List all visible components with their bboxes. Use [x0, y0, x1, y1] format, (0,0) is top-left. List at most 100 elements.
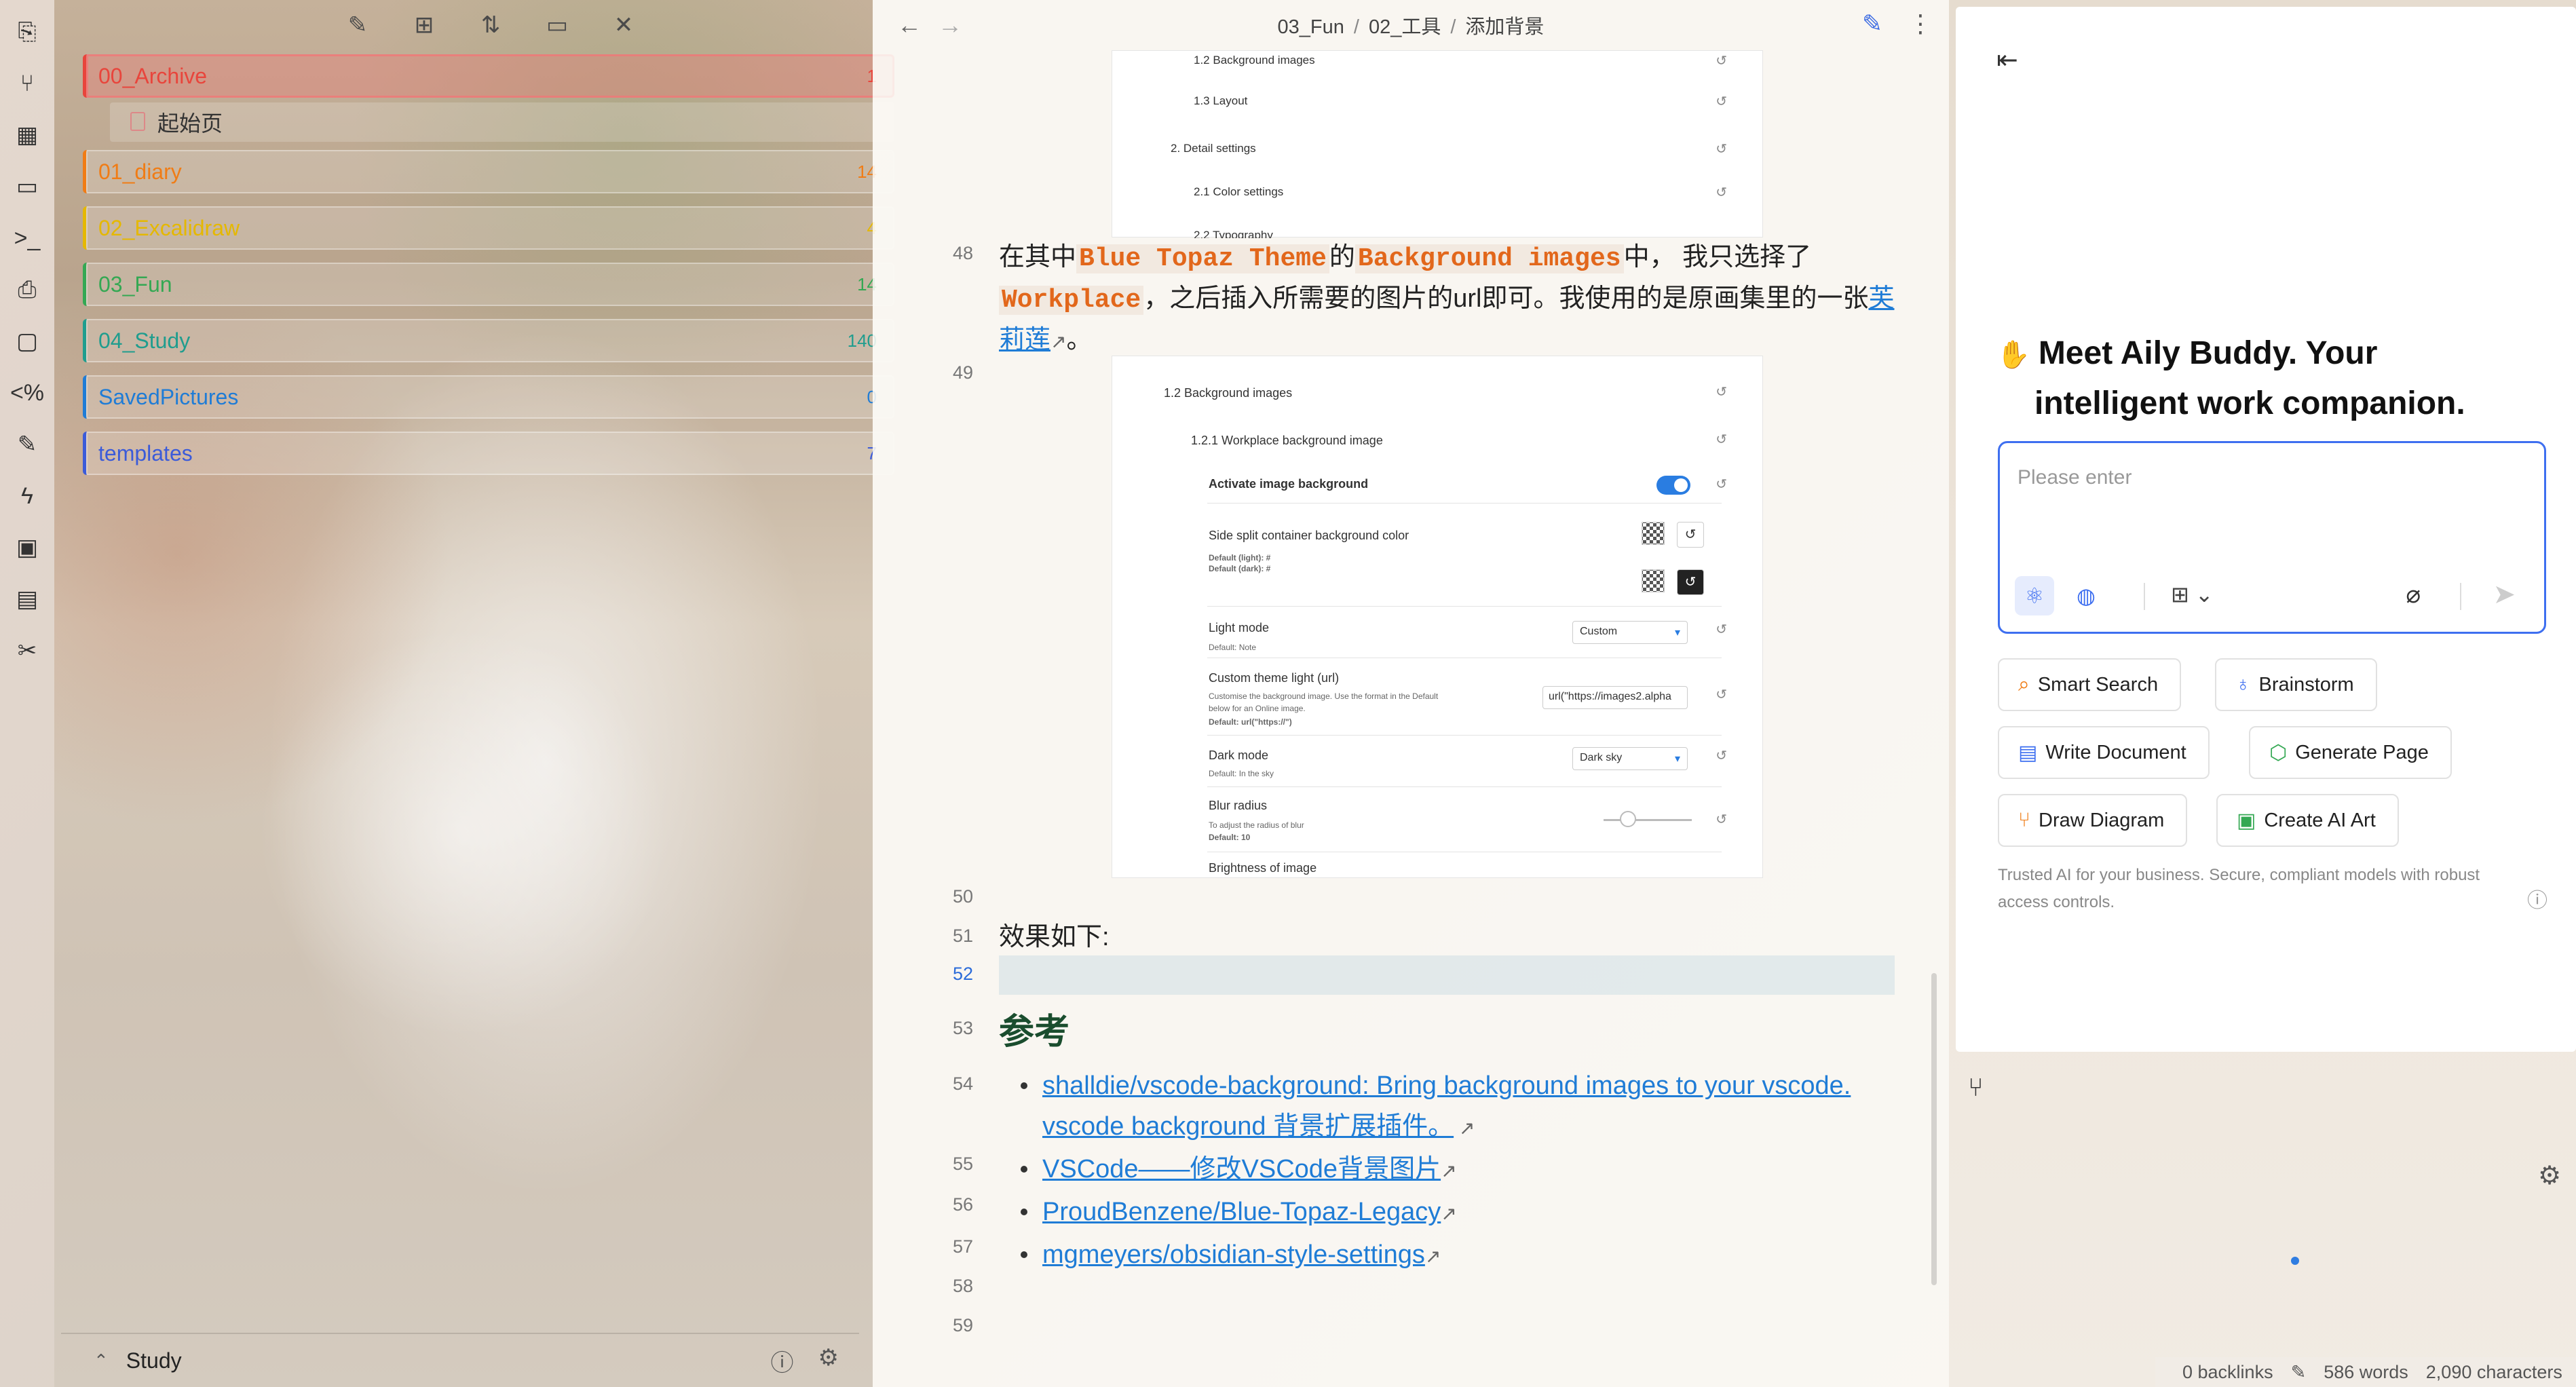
apps-dropdown-icon[interactable]: ⊞ ⌄ [2171, 582, 2214, 607]
code-icon[interactable]: <% [10, 376, 44, 410]
collapse-panel-icon[interactable]: ⇤ [1996, 45, 2018, 75]
template-icon[interactable]: ⎙ [12, 273, 43, 307]
embedded-image-settings-toc: 1.2 Background images 1.3 Layout 2. Deta… [1112, 50, 1763, 238]
folder-label: SavedPictures [98, 384, 239, 409]
editor-content: 1.2 Background images 1.3 Layout 2. Deta… [873, 50, 1949, 1387]
reference-link[interactable]: mgmeyers/obsidian-style-settings [1042, 1240, 1425, 1269]
paragraph-51: 效果如下: [999, 923, 1110, 951]
lightning-icon[interactable]: ϟ [12, 479, 43, 513]
calendar-icon[interactable]: ▭ [12, 170, 43, 204]
settings-gear-icon[interactable]: ⚙ [818, 1344, 839, 1378]
folder-label: 00_Archive [98, 63, 208, 88]
inline-code: Blue Topaz Theme [1076, 244, 1329, 273]
graph-icon[interactable]: ⑂ [1968, 1074, 1984, 1103]
tools-icon[interactable]: ✂ [12, 634, 43, 668]
reference-link[interactable]: shalldie/vscode-background: Bring backgr… [1042, 1071, 1851, 1141]
breadcrumb-item[interactable]: 添加背景 [1465, 16, 1544, 38]
clipboard-icon[interactable]: ▣ [12, 531, 43, 565]
custom-url-input[interactable]: url("https://images2.alpha [1542, 686, 1688, 709]
inline-code: Background images [1355, 244, 1624, 273]
folder-label: 02_Excalidraw [98, 215, 240, 240]
folder-04-study[interactable]: 04_Study 140 [83, 319, 894, 362]
sort-icon[interactable]: ⇅ [472, 8, 509, 42]
breadcrumb-item[interactable]: 02_工具 [1369, 16, 1441, 38]
reference-link[interactable]: VSCode——修改VSCode背景图片 [1042, 1155, 1441, 1183]
collapse-icon[interactable]: ▭ [539, 8, 575, 42]
edit-mode-icon[interactable]: ✎ [1862, 10, 1882, 38]
close-icon[interactable]: ✕ [605, 8, 642, 42]
line-number: 53 [952, 1018, 973, 1038]
help-icon[interactable]: ⓘ [2527, 884, 2547, 913]
folder-plus-icon[interactable]: ⊞ [406, 8, 442, 42]
reference-link[interactable]: ProudBenzene/Blue-Topaz-Legacy [1042, 1198, 1441, 1226]
graph-icon[interactable]: ⑂ [12, 66, 43, 100]
grid-icon[interactable]: ▦ [12, 118, 43, 152]
web-search-globe-icon[interactable]: ◍ [2066, 576, 2106, 615]
reset-color-button[interactable]: ↺ [1677, 569, 1704, 595]
model-atom-icon[interactable]: ⚛ [2015, 576, 2054, 615]
pencil-icon: ✎ [2290, 1361, 2307, 1382]
character-count: 2,090 characters [2425, 1361, 2562, 1382]
terminal-icon[interactable]: >_ [12, 221, 43, 255]
color-swatch[interactable] [1642, 522, 1665, 545]
toc-item: 2. Detail settings [1171, 142, 1256, 155]
smart-search-button[interactable]: ⌕ Smart Search [1998, 658, 2182, 711]
folder-label: 03_Fun [98, 271, 172, 297]
toc-item: 2.1 Color settings [1194, 185, 1284, 198]
right-sidebar: ⇤ ✋ Meet Aily Buddy. Your intelligent wor… [1949, 0, 2576, 1387]
list-item: mgmeyers/obsidian-style-settings↗ [999, 1234, 1895, 1277]
generate-page-button[interactable]: ⬡ Generate Page [2249, 726, 2452, 779]
send-icon[interactable]: ➤ [2493, 579, 2516, 610]
left-ribbon: ⎘ ⑂ ▦ ▭ >_ ⎙ ▢ <% ✎ ϟ ▣ ▤ ✂ [0, 0, 54, 1387]
cube-icon: ⬡ [2269, 741, 2288, 764]
folder-00-archive[interactable]: 00_Archive 1 [83, 54, 894, 98]
external-link-icon: ↗ [1454, 1118, 1475, 1139]
setting-label: Side split container background color [1209, 529, 1409, 542]
setting-heading: 1.2.1 Workplace background image [1191, 434, 1383, 447]
ai-disclaimer: Trusted AI for your business. Secure, co… [1998, 866, 2480, 911]
ai-prompt-placeholder: Please enter [2018, 466, 2132, 489]
write-document-button[interactable]: ▤ Write Document [1998, 726, 2210, 779]
breadcrumb-item[interactable]: 03_Fun [1278, 16, 1344, 38]
folder-savedpictures[interactable]: SavedPictures 0 [83, 375, 894, 419]
settings-gear-icon[interactable]: ⚙ [2538, 1160, 2561, 1191]
help-icon[interactable]: ⓘ [771, 1344, 794, 1378]
draw-diagram-button[interactable]: ⑂ Draw Diagram [1998, 794, 2188, 847]
vault-switcher[interactable]: ⌃ Study [94, 1348, 182, 1373]
color-swatch[interactable] [1642, 569, 1665, 592]
folder-03-fun[interactable]: 03_Fun 14 [83, 263, 894, 306]
dark-mode-select[interactable]: Dark sky [1572, 747, 1688, 770]
list-item: shalldie/vscode-background: Bring backgr… [999, 1065, 1895, 1149]
edit-icon[interactable]: ✎ [339, 8, 376, 42]
activate-toggle[interactable] [1656, 476, 1690, 495]
setting-label: Dark mode [1209, 748, 1269, 762]
backlinks-count[interactable]: 0 backlinks [2182, 1362, 2273, 1383]
light-mode-select[interactable]: Custom [1572, 621, 1688, 644]
file-tree: 00_Archive 1 起始页 01_diary 14 02_Excalidr… [83, 54, 894, 488]
more-options-icon[interactable]: ⋮ [1908, 10, 1933, 38]
line-number: 51 [952, 926, 973, 946]
line-number: 59 [952, 1315, 973, 1335]
external-link-icon: ↗ [1441, 1160, 1457, 1181]
folder-01-diary[interactable]: 01_diary 14 [83, 150, 894, 193]
blur-slider-handle[interactable] [1620, 811, 1636, 827]
draw-icon[interactable]: ✎ [12, 428, 43, 461]
loading-indicator [2291, 1257, 2299, 1265]
reset-color-button[interactable]: ↺ [1677, 522, 1704, 548]
file-switch-icon[interactable]: ⎘ [12, 15, 43, 49]
active-line[interactable] [999, 955, 1895, 995]
blur-slider[interactable] [1604, 819, 1692, 821]
folder-02-excalidraw[interactable]: 02_Excalidraw 4 [83, 206, 894, 250]
brainstorm-button[interactable]: ♁ Brainstorm [2215, 658, 2377, 711]
editor-scrollbar[interactable] [1931, 973, 1937, 1285]
file-item-start-page[interactable]: 起始页 [110, 102, 894, 142]
ai-assistant-panel: ⇤ ✋ Meet Aily Buddy. Your intelligent wor… [1956, 7, 2576, 1052]
ai-prompt-box[interactable]: Please enter ⚛ ◍ ⊞ ⌄ ⌀ ➤ [1998, 441, 2546, 634]
folder-templates[interactable]: templates 7 [83, 432, 894, 475]
chat-icon[interactable]: ▢ [12, 324, 43, 358]
table-icon[interactable]: ▤ [12, 582, 43, 616]
breadcrumb: 03_Fun/02_工具 / 添加背景 [1277, 16, 1545, 38]
attachment-icon[interactable]: ⌀ [2406, 580, 2421, 609]
create-ai-art-button[interactable]: ▣ Create AI Art [2216, 794, 2399, 847]
list-item: VSCode——修改VSCode背景图片↗ [999, 1149, 1895, 1192]
